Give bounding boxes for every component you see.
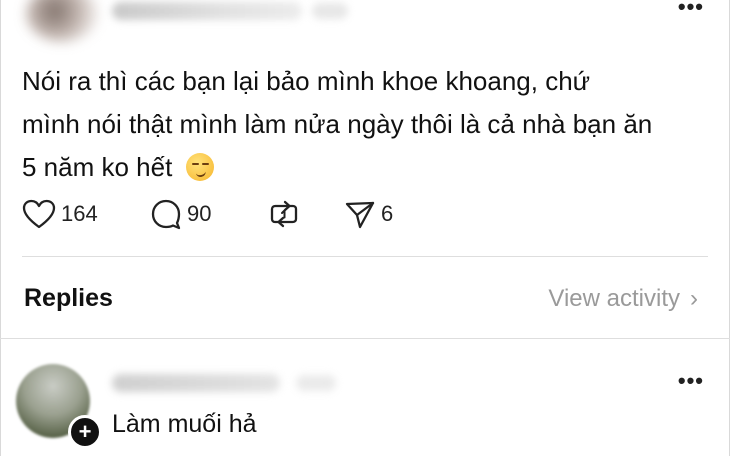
repost-button[interactable] bbox=[268, 197, 300, 231]
smirking-face-emoji bbox=[185, 153, 214, 181]
author-avatar[interactable] bbox=[26, 0, 98, 42]
plus-icon[interactable]: + bbox=[68, 415, 102, 449]
post-text-line-2: mình nói thật mình làm nửa ngày thôi là … bbox=[22, 109, 653, 139]
left-border bbox=[0, 0, 1, 456]
like-count: 164 bbox=[61, 201, 98, 226]
share-button[interactable]: 6 bbox=[344, 197, 393, 231]
view-activity-link[interactable]: View activity › bbox=[548, 285, 698, 313]
reply-username-redacted[interactable] bbox=[112, 374, 280, 392]
share-count: 6 bbox=[381, 201, 394, 226]
reply-count: 90 bbox=[187, 201, 212, 226]
view-activity-label: View activity bbox=[548, 285, 680, 312]
send-icon bbox=[345, 201, 375, 229]
post-text-line-1: Nói ra thì các bạn lại bảo mình khoe kho… bbox=[22, 66, 591, 96]
like-button[interactable]: 164 bbox=[22, 197, 98, 231]
reply-timestamp-redacted bbox=[296, 375, 336, 391]
heart-icon bbox=[22, 199, 56, 229]
divider bbox=[0, 338, 730, 339]
post-timestamp-redacted bbox=[312, 3, 348, 19]
reply-button[interactable]: 90 bbox=[150, 197, 211, 231]
author-username-redacted[interactable] bbox=[112, 2, 302, 20]
divider bbox=[22, 256, 708, 257]
chevron-right-icon: › bbox=[690, 285, 698, 312]
comment-icon bbox=[151, 199, 181, 230]
replies-heading: Replies bbox=[24, 284, 113, 312]
reply-text: Làm muối hả bbox=[112, 410, 257, 438]
post-text-line-3: 5 năm ko hết bbox=[22, 146, 712, 189]
post-text-line-3-text: 5 năm ko hết bbox=[22, 152, 173, 182]
post-text: Nói ra thì các bạn lại bảo mình khoe kho… bbox=[22, 60, 712, 189]
repost-icon bbox=[270, 200, 298, 228]
more-dots-icon[interactable]: ••• bbox=[678, 0, 704, 18]
more-dots-icon[interactable]: ••• bbox=[678, 370, 704, 392]
